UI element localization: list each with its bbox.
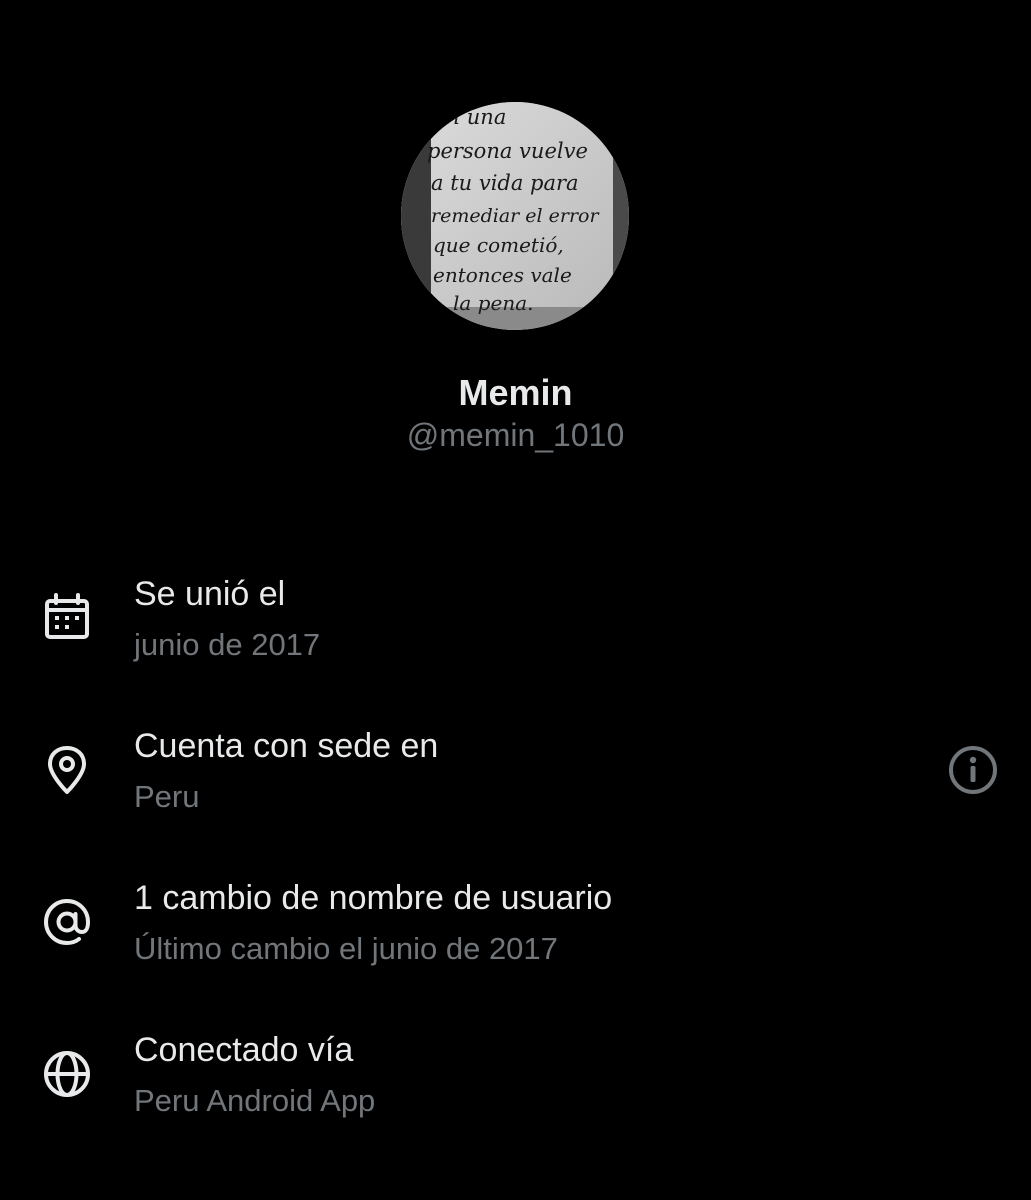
username-change-row: 1 cambio de nombre de usuario Último cam…: [0, 869, 1031, 999]
avatar-line: la pena.: [453, 291, 533, 315]
location-title: Cuenta con sede en: [134, 727, 439, 765]
connected-via-row: Conectado vía Peru Android App: [0, 1021, 1031, 1151]
location-info-button[interactable]: [946, 743, 1000, 797]
username-change-title: 1 cambio de nombre de usuario: [134, 879, 613, 917]
calendar-icon: [40, 591, 94, 645]
avatar-line: entonces vale: [433, 263, 572, 287]
info-icon: [949, 746, 997, 794]
location-value: Peru: [134, 779, 200, 814]
joined-title: Se unió el: [134, 575, 286, 613]
joined-date-row: Se unió el junio de 2017: [0, 565, 1031, 695]
avatar-line: persona vuelve: [427, 139, 588, 163]
globe-icon: [40, 1047, 94, 1101]
profile-header: Si una persona vuelve a tu vida para rem…: [0, 0, 1031, 470]
location-pin-icon: [40, 743, 94, 797]
avatar-line: remediar el error: [431, 205, 600, 227]
avatar-line: a tu vida para: [431, 171, 579, 195]
at-sign-icon: [40, 895, 94, 949]
avatar-line: que cometió,: [433, 233, 564, 257]
connected-via-title: Conectado vía: [134, 1031, 354, 1069]
username-handle: @memin_1010: [406, 417, 625, 453]
avatar-image: Si una persona vuelve a tu vida para rem…: [401, 102, 629, 330]
avatar[interactable]: Si una persona vuelve a tu vida para rem…: [401, 102, 629, 330]
display-name: Memin: [458, 372, 573, 413]
username-change-value: Último cambio el junio de 2017: [134, 931, 558, 966]
avatar-line: Si una: [439, 105, 506, 129]
account-location-row: Cuenta con sede en Peru: [0, 717, 1031, 847]
joined-value: junio de 2017: [134, 627, 321, 662]
connected-via-value: Peru Android App: [134, 1083, 376, 1118]
